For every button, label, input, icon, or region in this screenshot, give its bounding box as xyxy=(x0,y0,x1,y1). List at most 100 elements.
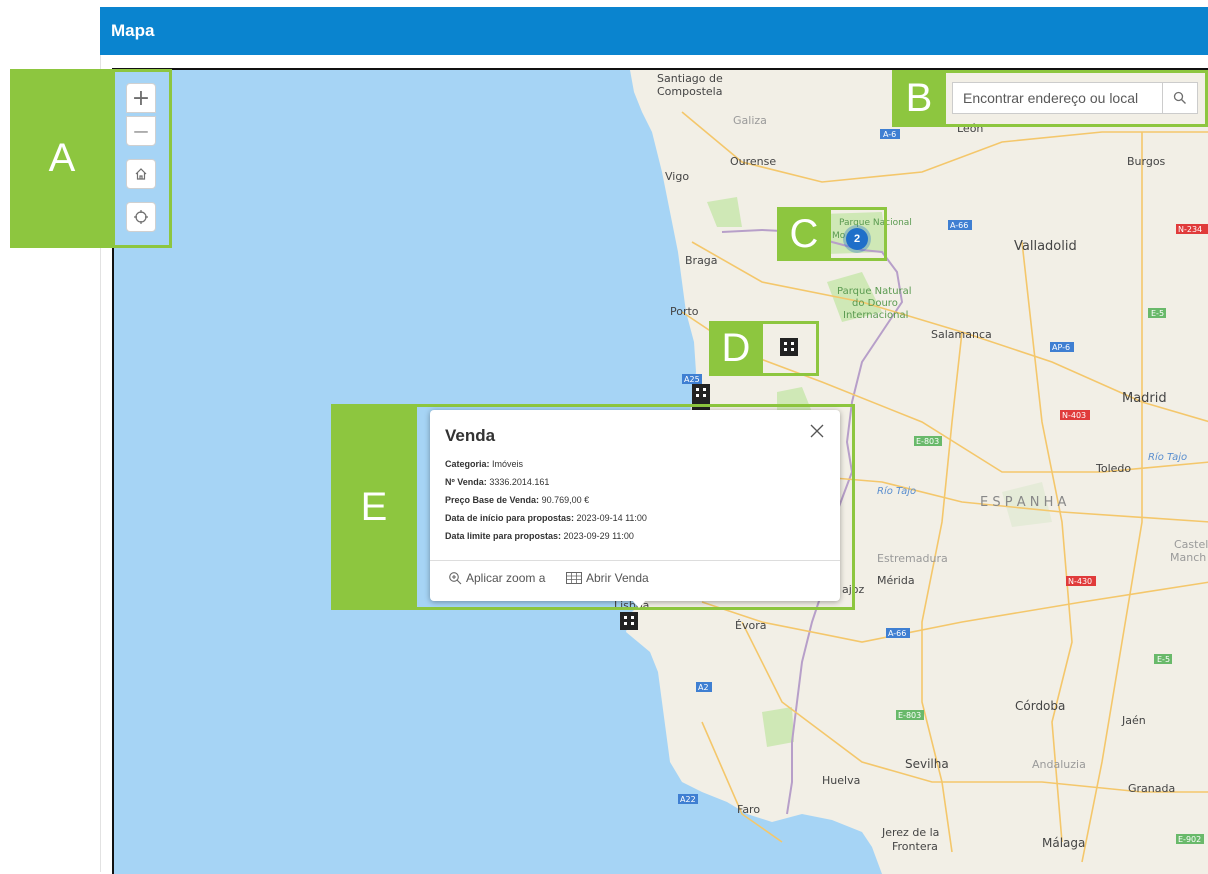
field-row: Nº Venda: 3336.2014.161 xyxy=(445,477,647,495)
road-shield: N-234 xyxy=(1178,225,1202,234)
place-label: Galiza xyxy=(733,114,767,127)
field-label: Data limite para propostas: xyxy=(445,531,562,541)
zoom-to-label: Aplicar zoom a xyxy=(466,571,546,585)
road-shield: E-5 xyxy=(1151,309,1164,318)
place-label: Vigo xyxy=(665,170,689,183)
place-label: Faro xyxy=(737,803,760,816)
zoom-to-button[interactable]: Aplicar zoom a xyxy=(448,571,545,585)
place-label: do Douro xyxy=(852,298,898,309)
open-sale-button[interactable]: Abrir Venda xyxy=(566,571,649,585)
plus-icon: + xyxy=(131,85,151,111)
zoom-in-icon xyxy=(449,572,462,585)
popup-divider xyxy=(430,560,840,561)
zoom-out-button[interactable]: — xyxy=(126,116,156,146)
place-label: Mérida xyxy=(877,574,915,587)
field-value: 3336.2014.161 xyxy=(489,477,550,487)
search-input[interactable] xyxy=(953,83,1173,113)
place-label: Internacional xyxy=(843,310,908,321)
open-sale-label: Abrir Venda xyxy=(586,571,649,585)
place-label: Río Tajo xyxy=(1148,451,1187,463)
place-label: Jaén xyxy=(1121,714,1146,727)
road-shield: AP-6 xyxy=(1052,343,1070,352)
callout-letter: D xyxy=(721,326,751,370)
cluster-count: 2 xyxy=(853,233,861,245)
locate-button[interactable] xyxy=(126,202,156,232)
place-label: Manch xyxy=(1170,551,1206,564)
callout-letter: C xyxy=(789,211,819,256)
locate-icon xyxy=(134,210,148,224)
road-shield: N-430 xyxy=(1068,577,1092,586)
field-label: Data de início para propostas: xyxy=(445,513,575,523)
road-shield: A-6 xyxy=(883,130,896,139)
place-label: Toledo xyxy=(1095,462,1131,475)
country-label: E S P A N H A xyxy=(980,495,1066,510)
cluster-marker[interactable]: 2 xyxy=(846,228,868,250)
search-button[interactable] xyxy=(1162,83,1197,113)
place-label: Frontera xyxy=(892,840,938,853)
place-label: Salamanca xyxy=(931,328,992,341)
property-pin[interactable] xyxy=(692,384,710,402)
search-icon xyxy=(1173,91,1186,104)
app-header: Mapa xyxy=(100,7,1208,55)
road-shield: E-803 xyxy=(916,437,939,446)
page-title: Mapa xyxy=(111,21,155,40)
minus-icon: — xyxy=(133,122,149,140)
place-label: Estremadura xyxy=(877,552,948,565)
sale-popup: Venda Categoria: Imóveis Nº Venda: 3336.… xyxy=(430,410,840,608)
place-label: Braga xyxy=(685,254,718,267)
place-label: Sevilha xyxy=(905,757,949,771)
callout-letter: E xyxy=(360,484,388,529)
popup-title: Venda xyxy=(445,426,496,445)
place-label: Évora xyxy=(735,619,766,632)
place-label: Huelva xyxy=(822,774,860,787)
place-label: Málaga xyxy=(1042,836,1085,850)
field-value: Imóveis xyxy=(492,459,524,469)
place-label: Burgos xyxy=(1127,155,1166,168)
field-label: Nº Venda: xyxy=(445,477,487,487)
property-pin[interactable] xyxy=(620,612,638,630)
field-label: Categoria: xyxy=(445,459,490,469)
field-value: 90.769,00 € xyxy=(541,495,590,505)
road-shield: A2 xyxy=(698,683,709,692)
road-shield: A22 xyxy=(680,795,696,804)
popup-fields: Categoria: Imóveis Nº Venda: 3336.2014.1… xyxy=(445,459,647,549)
callout-letter: A xyxy=(48,136,76,180)
callout-a: A xyxy=(10,69,114,248)
close-button[interactable] xyxy=(808,422,826,440)
callout-c: C xyxy=(777,207,831,261)
place-label: Jerez de la xyxy=(881,826,939,839)
place-label: Parque Natural xyxy=(837,286,912,297)
road-shield: E-902 xyxy=(1178,835,1201,844)
field-row: Data de início para propostas: 2023-09-1… xyxy=(445,513,647,531)
place-label: Andaluzia xyxy=(1032,758,1086,771)
field-row: Categoria: Imóveis xyxy=(445,459,647,477)
place-label: Granada xyxy=(1128,782,1175,795)
close-icon xyxy=(810,424,824,438)
field-value: 2023-09-29 11:00 xyxy=(563,531,634,541)
callout-d: D xyxy=(709,321,763,376)
place-label: Compostela xyxy=(657,85,722,98)
place-label: Castela xyxy=(1174,538,1208,551)
road-shield: E-5 xyxy=(1157,655,1170,664)
callout-b: B xyxy=(892,70,946,127)
callout-e: E xyxy=(331,404,417,610)
field-row: Preço Base de Venda: 90.769,00 € xyxy=(445,495,647,513)
road-shield: N-403 xyxy=(1062,411,1086,420)
place-label: Madrid xyxy=(1122,391,1167,406)
popup-pointer xyxy=(632,600,646,608)
search-box xyxy=(952,82,1198,114)
building-icon[interactable] xyxy=(780,338,798,356)
road-shield: A-66 xyxy=(950,221,968,230)
home-button[interactable] xyxy=(126,159,156,189)
place-label: Ourense xyxy=(730,155,776,168)
home-icon xyxy=(135,168,147,180)
table-icon xyxy=(566,572,582,584)
place-label: Río Tajo xyxy=(877,485,916,497)
road-shield: A25 xyxy=(684,375,700,384)
callout-letter: B xyxy=(905,76,933,120)
park-area xyxy=(762,707,794,747)
road-shield: E-803 xyxy=(898,711,921,720)
place-label: Santiago de xyxy=(657,72,723,85)
zoom-in-button[interactable]: + xyxy=(126,83,156,113)
field-label: Preço Base de Venda: xyxy=(445,495,540,505)
